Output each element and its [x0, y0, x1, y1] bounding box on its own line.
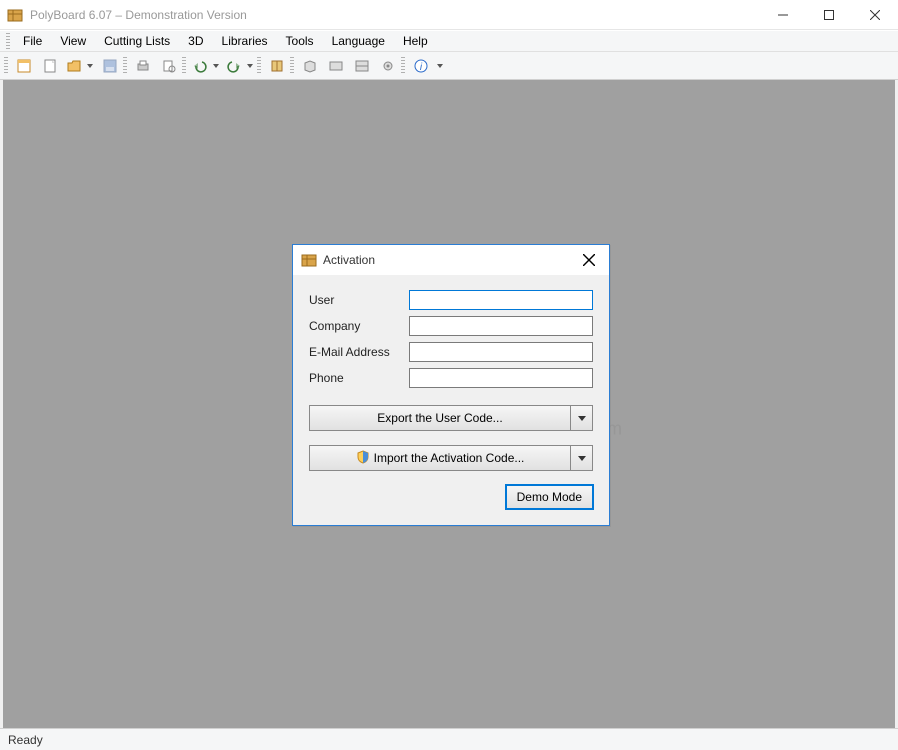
import-dropdown-arrow[interactable]: [571, 445, 593, 471]
demo-mode-button[interactable]: Demo Mode: [506, 485, 593, 509]
company-input[interactable]: [409, 316, 593, 336]
drawer-icon[interactable]: [350, 54, 374, 78]
toolbar-sep-4: [290, 57, 294, 75]
phone-input[interactable]: [409, 368, 593, 388]
toolbar-sep-5: [401, 57, 405, 75]
info-icon[interactable]: i: [409, 54, 433, 78]
status-text: Ready: [8, 733, 43, 747]
menu-view[interactable]: View: [51, 32, 95, 50]
dialog-app-icon: [301, 252, 317, 268]
window-controls: [760, 0, 898, 30]
save-icon[interactable]: [98, 54, 122, 78]
panel-icon[interactable]: [324, 54, 348, 78]
export-label: Export the User Code...: [377, 411, 502, 425]
export-dropdown-arrow[interactable]: [571, 405, 593, 431]
maximize-button[interactable]: [806, 0, 852, 30]
toolbar-sep-3: [257, 57, 261, 75]
hardware-icon[interactable]: [376, 54, 400, 78]
menu-bar: File View Cutting Lists 3D Libraries Too…: [0, 30, 898, 52]
new-cabinet-icon[interactable]: [12, 54, 36, 78]
open-icon[interactable]: [64, 54, 96, 78]
menu-tools[interactable]: Tools: [277, 32, 323, 50]
export-user-code-button[interactable]: Export the User Code...: [309, 405, 593, 431]
box-icon[interactable]: [298, 54, 322, 78]
activation-dialog: Activation User Company E-Mail Address P…: [292, 244, 610, 526]
import-activation-code-button[interactable]: Import the Activation Code...: [309, 445, 593, 471]
new-doc-icon[interactable]: [38, 54, 62, 78]
menu-language[interactable]: Language: [323, 32, 394, 50]
close-button[interactable]: [852, 0, 898, 30]
title-bar: PolyBoard 6.07 – Demonstration Version: [0, 0, 898, 30]
menu-grip: [6, 33, 10, 49]
user-label: User: [309, 293, 409, 307]
import-label: Import the Activation Code...: [374, 451, 525, 465]
dialog-title-bar[interactable]: Activation: [293, 245, 609, 275]
email-input[interactable]: [409, 342, 593, 362]
toolbar-sep-2: [182, 57, 186, 75]
menu-help[interactable]: Help: [394, 32, 437, 50]
toolbar-sep-1: [123, 57, 127, 75]
email-label: E-Mail Address: [309, 345, 409, 359]
menu-3d[interactable]: 3D: [179, 32, 212, 50]
window-title: PolyBoard 6.07 – Demonstration Version: [30, 8, 247, 22]
dialog-body: User Company E-Mail Address Phone Export…: [293, 275, 609, 525]
toolbar: i: [0, 52, 898, 80]
app-icon: [6, 6, 24, 24]
undo-icon[interactable]: [190, 54, 222, 78]
cabinet-3d-icon[interactable]: [265, 54, 289, 78]
dialog-title: Activation: [323, 253, 375, 267]
menu-file[interactable]: File: [14, 32, 51, 50]
workspace: 安下载 .anxz.com Activation User Company E-…: [0, 80, 898, 728]
phone-label: Phone: [309, 371, 409, 385]
shield-icon: [356, 450, 370, 467]
toolbar-grip: [4, 57, 8, 75]
status-bar: Ready: [0, 728, 898, 750]
print-icon[interactable]: [131, 54, 155, 78]
toolbar-overflow[interactable]: [434, 54, 446, 78]
menu-libraries[interactable]: Libraries: [213, 32, 277, 50]
dialog-close-button[interactable]: [573, 245, 605, 275]
user-input[interactable]: [409, 290, 593, 310]
print-preview-icon[interactable]: [157, 54, 181, 78]
menu-cutting-lists[interactable]: Cutting Lists: [95, 32, 179, 50]
redo-icon[interactable]: [224, 54, 256, 78]
minimize-button[interactable]: [760, 0, 806, 30]
company-label: Company: [309, 319, 409, 333]
